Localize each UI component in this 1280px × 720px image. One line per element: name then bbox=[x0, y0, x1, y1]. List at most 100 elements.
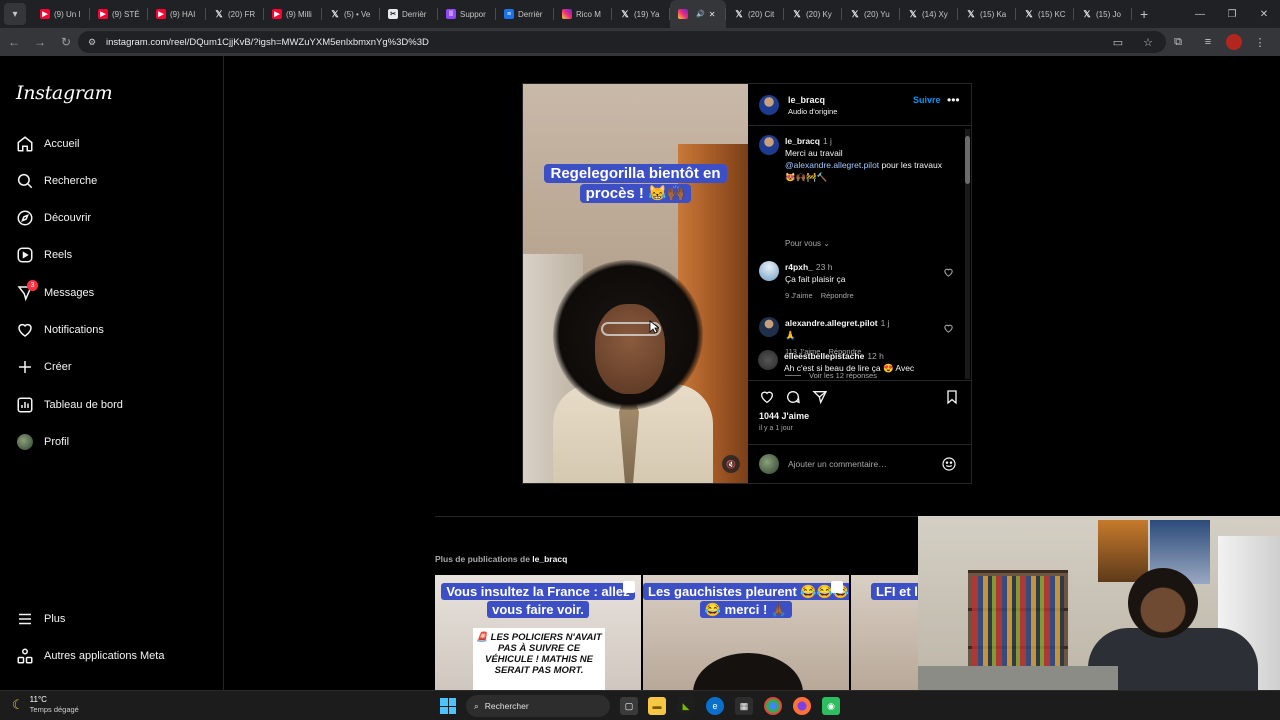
weather-widget[interactable]: ☾ 11°C Temps dégagé bbox=[12, 695, 79, 715]
sidebar-item-decouvrir[interactable]: Découvrir bbox=[16, 204, 91, 232]
more-posts-user[interactable]: le_bracq bbox=[532, 554, 567, 564]
instagram-logo[interactable]: Instagram bbox=[16, 82, 113, 104]
browser-tab[interactable]: ▶ (9) Milli bbox=[264, 0, 322, 28]
sidebar-item-recherche[interactable]: Recherche bbox=[16, 167, 97, 195]
browser-tab[interactable]: 𝕏 (15) Ka bbox=[958, 0, 1016, 28]
sidebar-item-plus[interactable]: Plus bbox=[16, 605, 65, 633]
save-bookmark-icon[interactable] bbox=[944, 389, 960, 405]
tab-audio-icon[interactable]: 🔊 bbox=[696, 10, 705, 18]
follow-button[interactable]: Suivre bbox=[913, 95, 941, 105]
video-person-face bbox=[595, 304, 665, 394]
add-comment-input[interactable]: Ajouter un commentaire… bbox=[788, 459, 887, 469]
author-avatar[interactable] bbox=[759, 95, 779, 115]
commenter-avatar[interactable] bbox=[759, 317, 779, 337]
close-window-icon[interactable]: ✕ bbox=[1248, 0, 1280, 28]
new-tab-icon[interactable]: + bbox=[1140, 6, 1148, 22]
task-view-icon[interactable]: ▢ bbox=[620, 697, 638, 715]
sidebar-item-creer[interactable]: Créer bbox=[16, 353, 72, 381]
browser-tab[interactable]: 𝕏 (20) Yu bbox=[842, 0, 900, 28]
caption-mention-link[interactable]: @alexandre.allegret.pilot bbox=[785, 160, 879, 170]
browser-tab[interactable]: ▶ (9) STÉ bbox=[90, 0, 148, 28]
browser-tab[interactable]: 𝕏 (20) Ky bbox=[784, 0, 842, 28]
chrome-icon[interactable] bbox=[764, 697, 782, 715]
browser-menu-icon[interactable]: ⋮ bbox=[1248, 30, 1272, 54]
file-explorer-icon[interactable]: ▬ bbox=[648, 697, 666, 715]
comment-icon[interactable] bbox=[785, 389, 801, 405]
nvidia-icon[interactable]: ◣ bbox=[677, 697, 695, 715]
comment-likes[interactable]: 9 J'aime bbox=[785, 291, 813, 300]
browser-profile-avatar[interactable] bbox=[1226, 34, 1242, 50]
browser-tab[interactable]: ≡ Derrièr bbox=[496, 0, 554, 28]
taskbar-search[interactable]: ⌕ Rechercher bbox=[466, 695, 610, 717]
extensions-icon[interactable]: ⧉ bbox=[1166, 30, 1190, 54]
browser-tab[interactable]: 𝕏 (15) KC bbox=[1016, 0, 1074, 28]
like-comment-icon[interactable] bbox=[943, 323, 954, 334]
likes-count[interactable]: 1044 J'aime bbox=[759, 411, 809, 421]
tab-search-dropdown-icon[interactable]: ▾ bbox=[4, 3, 26, 25]
sidebar-item-notifications[interactable]: Notifications bbox=[16, 316, 104, 344]
bookmark-star-icon[interactable]: ☆ bbox=[1136, 30, 1160, 54]
browser-tab[interactable]: Rico M bbox=[554, 0, 612, 28]
share-icon[interactable] bbox=[812, 389, 828, 405]
windows-start-icon[interactable] bbox=[440, 698, 456, 714]
forward-icon[interactable]: → bbox=[28, 30, 52, 54]
browser-tab[interactable]: ▶ (9) Un l bbox=[32, 0, 90, 28]
sidebar-item-tableau-de-bord[interactable]: Tableau de bord bbox=[16, 391, 123, 419]
sidebar-item-accueil[interactable]: Accueil bbox=[16, 130, 79, 158]
url-omnibox[interactable]: ⚙ instagram.com/reel/DQum1CjjKvB/?igsh=M… bbox=[78, 31, 1166, 53]
author-username[interactable]: le_bracq bbox=[788, 95, 825, 105]
cast-icon[interactable]: ▭ bbox=[1106, 30, 1130, 54]
close-tab-icon[interactable]: ✕ bbox=[709, 10, 716, 19]
emoji-icon[interactable] bbox=[941, 456, 957, 472]
comment-username[interactable]: alexandre.allegret.pilot bbox=[785, 318, 878, 328]
back-icon[interactable]: ← bbox=[2, 30, 26, 54]
maximize-icon[interactable]: ❐ bbox=[1216, 0, 1248, 28]
browser-tab[interactable]: 𝕏 (19) Ya bbox=[612, 0, 670, 28]
media-controls-icon[interactable]: ≡ bbox=[1196, 30, 1220, 54]
url-text[interactable]: instagram.com/reel/DQum1CjjKvB/?igsh=MWZ… bbox=[106, 37, 429, 48]
sidebar-item-reels[interactable]: Reels bbox=[16, 241, 72, 269]
like-icon[interactable] bbox=[759, 389, 775, 405]
browser-tab[interactable]: ǀǀ Suppor bbox=[438, 0, 496, 28]
search-icon: ⌕ bbox=[474, 700, 479, 711]
sidebar-item-messages[interactable]: 3 Messages bbox=[16, 279, 94, 307]
mute-icon[interactable]: 🔇 bbox=[722, 455, 740, 473]
browser-tab[interactable]: 𝕏 (20) Cit bbox=[726, 0, 784, 28]
browser-tab[interactable]: 𝕏 (15) Jo bbox=[1074, 0, 1132, 28]
comment-username[interactable]: le_bracq bbox=[785, 136, 820, 146]
commenter-avatar[interactable] bbox=[759, 261, 779, 281]
comment-username[interactable]: elleestbellepistache bbox=[784, 351, 864, 361]
site-info-icon[interactable]: ⚙ bbox=[86, 36, 98, 48]
browser-tab[interactable]: 𝕏 (14) Xy bbox=[900, 0, 958, 28]
instagram-icon bbox=[678, 9, 688, 19]
comment-username[interactable]: r4pxh_ bbox=[785, 262, 813, 272]
browser-tab[interactable]: 🔊 ✕ bbox=[670, 0, 726, 28]
reel-video[interactable]: Regelegorilla bientôt en procès ! 😹🙌🏾 🔇 bbox=[523, 84, 748, 483]
commenter-avatar[interactable] bbox=[758, 350, 778, 370]
edge-icon[interactable]: e bbox=[706, 697, 724, 715]
sidebar-item-profil[interactable]: Profil bbox=[16, 428, 69, 456]
more-post-thumbnail[interactable]: Vous insultez la France : allez vous fai… bbox=[435, 575, 641, 690]
pour-vous-dropdown[interactable]: Pour vous ⌄ bbox=[785, 239, 830, 248]
tab-label: (9) HAI bbox=[170, 9, 196, 19]
audio-label[interactable]: Audio d'origine bbox=[788, 107, 837, 116]
reply-button[interactable]: Répondre bbox=[821, 291, 854, 300]
more-post-thumbnail[interactable]: Les gauchistes pleurent 😂😂😂😂 merci ! 🙏🏾 bbox=[643, 575, 849, 690]
browser-tab[interactable]: ▶ (9) HAI bbox=[148, 0, 206, 28]
like-comment-icon[interactable] bbox=[943, 267, 954, 278]
firefox-icon[interactable] bbox=[793, 697, 811, 715]
browser-tab[interactable]: 𝕏 (5) • Ve bbox=[322, 0, 380, 28]
x-icon: 𝕏 bbox=[1083, 8, 1091, 19]
browser-tab[interactable]: 𝕏 (20) FR bbox=[206, 0, 264, 28]
more-options-icon[interactable]: ••• bbox=[947, 93, 960, 107]
reload-icon[interactable]: ↻ bbox=[54, 30, 78, 54]
minimize-icon[interactable]: — bbox=[1184, 0, 1216, 28]
sidebar-item-label: Découvrir bbox=[44, 212, 92, 224]
browser-tab[interactable]: ✂ Derrièr bbox=[380, 0, 438, 28]
author-avatar[interactable] bbox=[759, 135, 779, 155]
more-post-thumbnail[interactable]: LFI et l'h bbox=[851, 575, 918, 690]
sidebar-item-meta-apps[interactable]: Autres applications Meta bbox=[16, 642, 164, 670]
app-icon[interactable]: ◉ bbox=[822, 697, 840, 715]
store-icon[interactable]: ▦ bbox=[735, 697, 753, 715]
comments-scroll-thumb[interactable] bbox=[965, 136, 970, 184]
